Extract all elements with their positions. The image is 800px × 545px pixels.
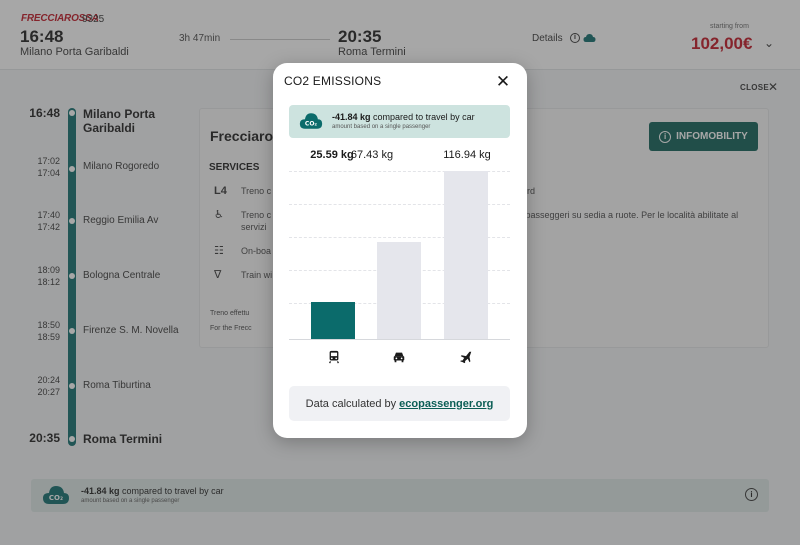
modal-title: CO2 EMISSIONS	[284, 74, 382, 88]
co2-comparison-text: -41.84 kg compared to travel by car	[332, 112, 475, 122]
bar-car	[377, 242, 421, 339]
close-icon[interactable]: ✕	[493, 72, 513, 92]
co2-emissions-modal: CO2 EMISSIONS ✕ CO₂ -41.84 kg compared t…	[273, 63, 527, 438]
emissions-bar-chart	[289, 171, 510, 340]
car-icon	[393, 352, 405, 363]
co2-comparison-banner: CO₂ -41.84 kg compared to travel by car …	[289, 105, 510, 138]
svg-text:CO₂: CO₂	[305, 120, 318, 127]
data-source-box: Data calculated by ecopassenger.org	[289, 386, 510, 421]
plane-emission-label: 116.94 kg	[443, 149, 491, 161]
car-emission-label: 67.43 kg	[350, 149, 394, 161]
bar-plane	[444, 171, 488, 339]
ecopassenger-link[interactable]: ecopassenger.org	[399, 398, 493, 410]
co2-cloud-icon: CO₂	[299, 113, 323, 129]
data-source-text: Data calculated by	[305, 397, 397, 410]
co2-comparison-subtext: amount based on a single passenger	[332, 124, 431, 130]
chart-baseline	[289, 339, 510, 340]
bar-train	[311, 302, 355, 339]
plane-icon	[460, 351, 472, 364]
train-icon	[329, 350, 339, 364]
